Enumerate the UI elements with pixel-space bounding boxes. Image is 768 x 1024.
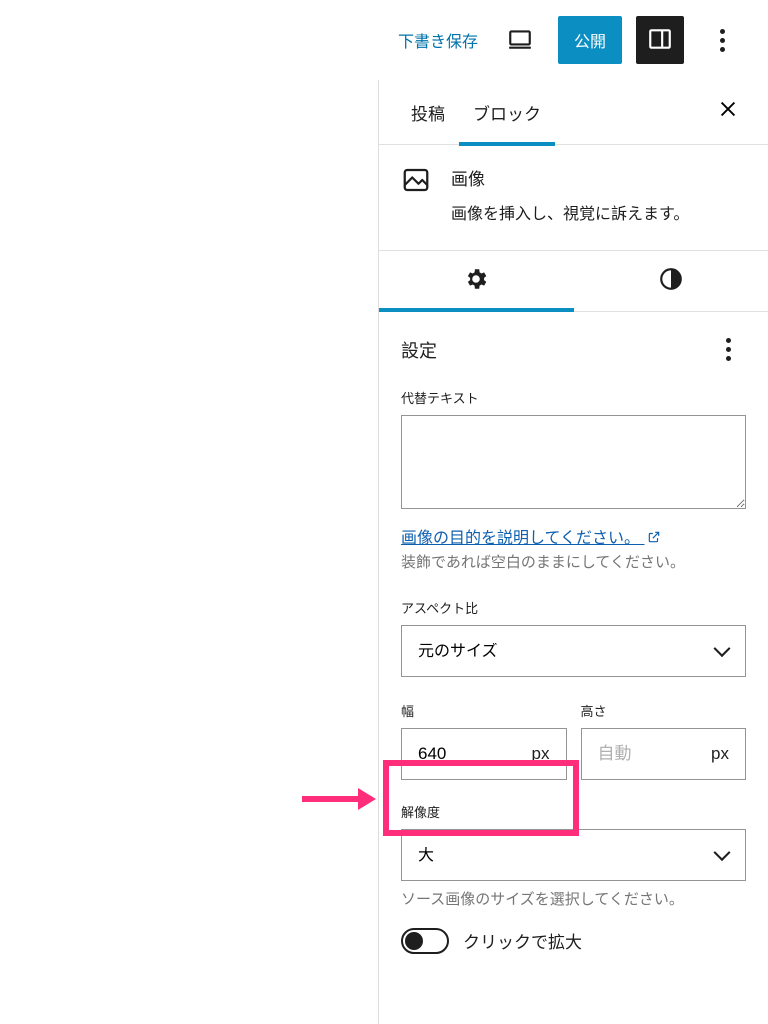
- settings-more-button[interactable]: [710, 332, 746, 368]
- sidebar-icon: [647, 26, 673, 55]
- alt-text-label: 代替テキスト: [401, 388, 746, 407]
- tab-post[interactable]: 投稿: [397, 80, 459, 145]
- settings-subtabs: [379, 251, 768, 312]
- subtab-styles[interactable]: [574, 251, 768, 311]
- width-label: 幅: [401, 701, 567, 720]
- close-icon: [717, 98, 739, 127]
- editor-topbar: 下書き保存 公開: [0, 0, 768, 80]
- alt-text-input[interactable]: [401, 415, 746, 509]
- tab-block[interactable]: ブロック: [459, 80, 555, 145]
- width-input[interactable]: [418, 744, 532, 764]
- preview-button[interactable]: [496, 16, 544, 64]
- block-info: 画像 画像を挿入し、視覚に訴えます。: [379, 145, 768, 251]
- width-unit: px: [532, 744, 550, 764]
- subtab-settings[interactable]: [379, 251, 574, 311]
- click-zoom-label: クリックで拡大: [463, 928, 582, 953]
- external-link-icon: [645, 530, 661, 547]
- annotation-arrow: [302, 788, 376, 810]
- image-block-icon: [401, 165, 431, 195]
- desktop-icon: [507, 26, 533, 55]
- more-vertical-icon: [726, 338, 731, 361]
- more-vertical-icon: [720, 29, 725, 52]
- gear-icon: [463, 266, 489, 295]
- settings-heading: 設定: [401, 337, 437, 363]
- save-draft-button[interactable]: 下書き保存: [394, 20, 482, 60]
- close-sidebar-button[interactable]: [706, 90, 750, 134]
- block-description: 画像を挿入し、視覚に訴えます。: [451, 202, 689, 228]
- more-options-button[interactable]: [698, 16, 746, 64]
- resolution-select[interactable]: 大: [401, 829, 746, 881]
- height-input[interactable]: [598, 744, 712, 764]
- resolution-label: 解像度: [401, 802, 746, 821]
- alt-text-help-link[interactable]: 画像の目的を説明してください。: [401, 530, 661, 547]
- click-zoom-toggle[interactable]: [401, 928, 449, 954]
- height-input-wrap: px: [581, 728, 747, 780]
- sidebar-toggle-button[interactable]: [636, 16, 684, 64]
- sidebar-panel: 投稿 ブロック 画像 画像を挿入し、視覚に訴えます。: [378, 80, 768, 1024]
- block-title: 画像: [451, 165, 689, 190]
- aspect-ratio-label: アスペクト比: [401, 598, 746, 617]
- alt-text-help: 装飾であれば空白のままにしてください。: [401, 552, 746, 575]
- resolution-help: ソース画像のサイズを選択してください。: [401, 889, 746, 912]
- settings-section: 設定 代替テキスト 画像の目的を説明してください。 装飾であれば空白のままにして…: [379, 312, 768, 974]
- sidebar-tabs: 投稿 ブロック: [379, 80, 768, 145]
- aspect-ratio-select[interactable]: 元のサイズ: [401, 625, 746, 677]
- height-label: 高さ: [581, 701, 747, 720]
- height-unit: px: [711, 744, 729, 764]
- publish-button[interactable]: 公開: [558, 16, 622, 64]
- contrast-icon: [658, 266, 684, 295]
- width-input-wrap: px: [401, 728, 567, 780]
